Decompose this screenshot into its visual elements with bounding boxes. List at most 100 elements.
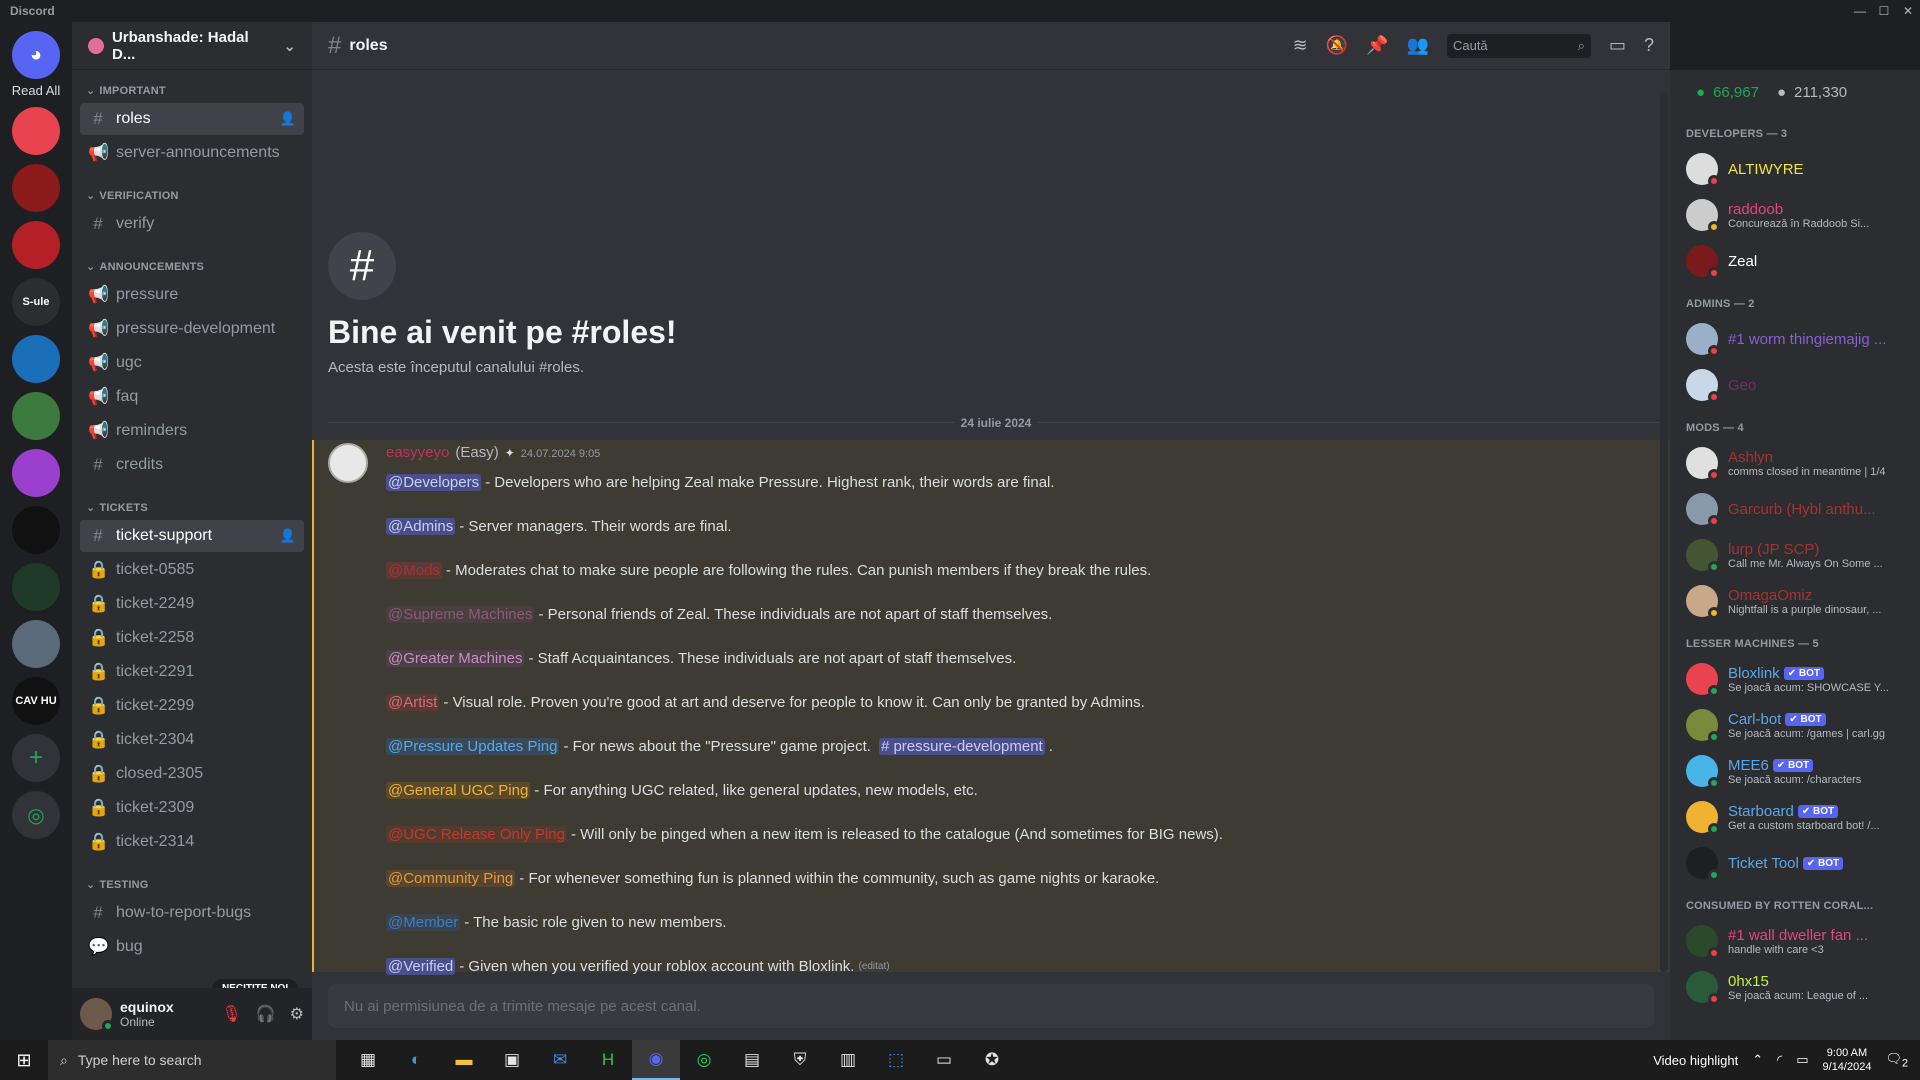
role-mention[interactable]: @Developers: [386, 473, 482, 491]
server-icon[interactable]: [12, 392, 60, 440]
roblox-icon[interactable]: ✪: [968, 1040, 1016, 1080]
role-mention[interactable]: @Pressure Updates Ping: [386, 737, 560, 755]
server-icon[interactable]: [12, 563, 60, 611]
channel-item[interactable]: # roles 👤: [80, 103, 304, 135]
role-mention[interactable]: @UGC Release Only Ping: [386, 825, 567, 843]
server-icon[interactable]: [12, 506, 60, 554]
add-member-icon[interactable]: 👤: [280, 528, 296, 544]
wifi-icon[interactable]: ◜: [1777, 1052, 1782, 1068]
gear-icon[interactable]: ⚙: [290, 1004, 304, 1024]
member-item[interactable]: #1 wall dweller fan ... handle with care …: [1678, 918, 1912, 964]
mail-icon[interactable]: ✉: [536, 1040, 584, 1080]
help-icon[interactable]: ?: [1644, 35, 1654, 56]
search-input[interactable]: Caută ⌕: [1446, 33, 1591, 58]
channel-item[interactable]: 📢 pressure-development: [80, 313, 304, 345]
role-mention[interactable]: @Supreme Machines: [386, 605, 535, 623]
server-icon[interactable]: [12, 164, 60, 212]
channel-category[interactable]: ⌄ TICKETS: [80, 483, 304, 518]
maximize-icon[interactable]: ☐: [1872, 4, 1896, 18]
server-icon[interactable]: [12, 107, 60, 155]
pin-icon[interactable]: 📌: [1366, 35, 1388, 56]
member-item[interactable]: Carl-bot ✔ BOT Se joacă acum: /games | car…: [1678, 702, 1912, 748]
file-explorer-icon[interactable]: ▬: [440, 1040, 488, 1080]
headphones-icon[interactable]: 🎧: [256, 1004, 276, 1024]
app-h-icon[interactable]: H: [584, 1040, 632, 1080]
role-mention[interactable]: @Admins: [386, 517, 456, 535]
battery-icon[interactable]: ▭: [1796, 1052, 1808, 1068]
avatar[interactable]: [80, 998, 114, 1032]
channel-item[interactable]: 🔒 ticket-2314: [80, 826, 304, 858]
discord-taskbar-icon[interactable]: ◉: [632, 1040, 680, 1080]
member-item[interactable]: Ashlyn comms closed in meantime | 1/4: [1678, 440, 1912, 486]
notification-bell-icon[interactable]: 🔕: [1326, 35, 1348, 56]
channel-item[interactable]: 🔒 ticket-2291: [80, 656, 304, 688]
server-icon[interactable]: ◕: [12, 31, 60, 79]
notepad-icon[interactable]: ▥: [824, 1040, 872, 1080]
channel-item[interactable]: 🔒 ticket-2304: [80, 724, 304, 756]
task-view-icon[interactable]: ▦: [344, 1040, 392, 1080]
windows-start-icon[interactable]: ⊞: [0, 1050, 48, 1071]
member-item[interactable]: OmagaOmiz Nightfall is a purple dinosaur,…: [1678, 578, 1912, 624]
snip-icon[interactable]: ⬚: [872, 1040, 920, 1080]
channel-category[interactable]: ⌄ ANNOUNCEMENTS: [80, 242, 304, 277]
store-icon[interactable]: ▣: [488, 1040, 536, 1080]
scrollbar[interactable]: [1660, 92, 1668, 972]
member-item[interactable]: ALTIWYRE: [1678, 146, 1912, 192]
chevron-up-icon[interactable]: ⌃: [1752, 1052, 1763, 1068]
mute-icon[interactable]: 🎙: [221, 1004, 241, 1024]
channel-item[interactable]: # ticket-support 👤: [80, 520, 304, 552]
guild-header[interactable]: Urbanshade: Hadal D... ⌄: [72, 22, 312, 70]
discover-icon[interactable]: ◎: [12, 791, 60, 839]
server-icon[interactable]: [12, 221, 60, 269]
channel-item[interactable]: # how-to-report-bugs: [80, 897, 304, 929]
close-icon[interactable]: ✕: [1896, 4, 1920, 18]
member-list-icon[interactable]: 👥: [1407, 35, 1429, 56]
server-icon[interactable]: [12, 449, 60, 497]
member-item[interactable]: MEE6 ✔ BOT Se joacă acum: /characters: [1678, 748, 1912, 794]
channel-category[interactable]: ⌄ IMPORTANT: [80, 78, 304, 101]
server-icon[interactable]: CAV HU: [12, 677, 60, 725]
channel-item[interactable]: 📢 pressure: [80, 279, 304, 311]
member-item[interactable]: 0hx15 Se joacă acum: League of ...: [1678, 964, 1912, 1010]
channel-category[interactable]: ⌄ TESTING: [80, 860, 304, 895]
threads-icon[interactable]: ≋: [1293, 35, 1308, 56]
video-highlight[interactable]: Video highlight: [1653, 1053, 1738, 1068]
channel-item[interactable]: 🔒 ticket-2299: [80, 690, 304, 722]
avatar[interactable]: [328, 443, 368, 483]
member-item[interactable]: Zeal: [1678, 238, 1912, 284]
read-all-button[interactable]: Read All: [12, 83, 60, 98]
role-mention[interactable]: @Greater Machines: [386, 649, 525, 667]
app-window-icon[interactable]: ▭: [920, 1040, 968, 1080]
channel-item[interactable]: 📢 faq: [80, 381, 304, 413]
role-mention[interactable]: @Verified: [386, 957, 456, 975]
inbox-icon[interactable]: ▭: [1609, 35, 1626, 56]
clock[interactable]: 9:00 AM 9/14/2024: [1823, 1046, 1872, 1074]
member-item[interactable]: Geo: [1678, 362, 1912, 408]
message-author[interactable]: easyyeyo: [386, 444, 449, 461]
channel-item[interactable]: # credits: [80, 449, 304, 481]
notification-icon[interactable]: 🗨2: [1885, 1051, 1908, 1070]
add-member-icon[interactable]: 👤: [280, 111, 296, 127]
whatsapp-icon[interactable]: ◎: [680, 1040, 728, 1080]
member-item[interactable]: raddoob Concurează în Raddoob Si...: [1678, 192, 1912, 238]
channel-item[interactable]: 🔒 ticket-2309: [80, 792, 304, 824]
server-icon[interactable]: S-ule: [12, 278, 60, 326]
channel-item[interactable]: 📢 reminders: [80, 415, 304, 447]
edge-icon[interactable]: ◐: [392, 1040, 440, 1080]
member-item[interactable]: #1 worm thingiemajig ...: [1678, 316, 1912, 362]
role-mention[interactable]: @Mods: [386, 561, 442, 579]
member-item[interactable]: Garcurb (Hybl anthu...: [1678, 486, 1912, 532]
channel-item[interactable]: # verify: [80, 208, 304, 240]
channel-item[interactable]: 🔒 closed-2305: [80, 758, 304, 790]
role-mention[interactable]: @Community Ping: [386, 869, 516, 887]
role-mention[interactable]: @Artist: [386, 693, 440, 711]
role-mention[interactable]: @Member: [386, 913, 461, 931]
add-server-icon[interactable]: +: [12, 734, 60, 782]
role-mention[interactable]: @General UGC Ping: [386, 781, 531, 799]
channel-item[interactable]: 💬 bug: [80, 931, 304, 963]
taskbar-search[interactable]: ⌕ Type here to search: [48, 1040, 336, 1080]
server-icon[interactable]: [12, 335, 60, 383]
app-icon[interactable]: ▤: [728, 1040, 776, 1080]
server-icon[interactable]: [12, 620, 60, 668]
member-item[interactable]: Starboard ✔ BOT Get a custom starboard bot…: [1678, 794, 1912, 840]
